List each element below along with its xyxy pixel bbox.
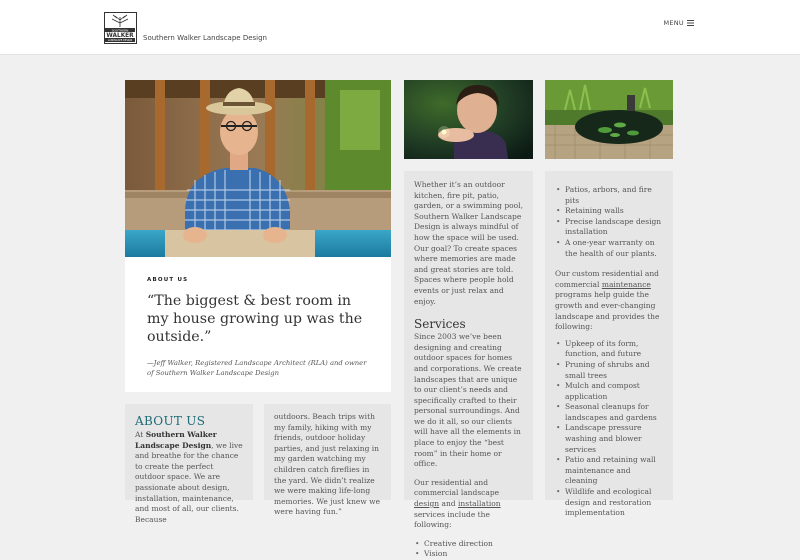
site-name[interactable]: Southern Walker Landscape Design xyxy=(143,34,267,42)
about-us-paragraph: At Southern Walker Landscape Design, we … xyxy=(135,430,243,525)
quote-attribution: —Jeff Walker, Registered Landscape Archi… xyxy=(147,359,367,377)
services-list: Creative direction Vision xyxy=(414,539,523,560)
hero-quote-card: ABOUT US “The biggest & best room in my … xyxy=(125,257,391,392)
story-card: outdoors. Beach trips with my family, hi… xyxy=(264,404,391,516)
logo-tree-icon: SOUTHERN WALKER LANDSCAPE DESIGN xyxy=(105,13,135,42)
services-intro-post: services include the following: xyxy=(414,509,490,530)
menu-button[interactable]: MENU xyxy=(663,19,694,27)
hamburger-icon xyxy=(687,20,694,26)
services-card: Whether it’s an outdoor kitchen, fire pi… xyxy=(404,171,533,560)
logo[interactable]: SOUTHERN WALKER LANDSCAPE DESIGN xyxy=(104,12,137,44)
about-post: , we live and breathe for the chance to … xyxy=(135,440,243,524)
list-item: A one-year warranty on the health of our… xyxy=(555,238,663,259)
maintenance-link[interactable]: maintenance xyxy=(602,280,651,289)
menu-label: MENU xyxy=(663,19,684,27)
hero-quote: “The biggest & best room in my house gro… xyxy=(147,293,363,345)
story-paragraph: outdoors. Beach trips with my family, hi… xyxy=(274,412,381,517)
svg-text:LANDSCAPE DESIGN: LANDSCAPE DESIGN xyxy=(108,39,133,42)
installation-features-list: Patios, arbors, and fire pits Retaining … xyxy=(555,185,663,259)
intro-paragraph: Whether it’s an outdoor kitchen, fire pi… xyxy=(414,180,523,306)
list-item: Seasonal cleanups for landscapes and gar… xyxy=(555,402,663,423)
about-pre: At xyxy=(135,430,146,439)
installation-link[interactable]: installation xyxy=(458,499,501,508)
about-us-card: ABOUT US At Southern Walker Landscape De… xyxy=(125,404,253,524)
list-item: Pruning of shrubs and small trees xyxy=(555,360,663,381)
child-fireflies-photo xyxy=(404,80,533,159)
hero-photo-jeff-walker xyxy=(125,80,391,257)
list-item: Upkeep of its form, function, and future xyxy=(555,339,663,360)
list-item: Mulch and compost application xyxy=(555,381,663,402)
list-item: Precise landscape design installation xyxy=(555,217,663,238)
company-name: Southern Walker Landscape Design xyxy=(135,430,217,450)
svg-text:SOUTHERN: SOUTHERN xyxy=(112,28,129,32)
services-heading: Services xyxy=(414,317,466,332)
design-link[interactable]: design xyxy=(414,499,439,508)
site-header: SOUTHERN WALKER LANDSCAPE DESIGN Souther… xyxy=(0,0,800,55)
about-us-heading: ABOUT US xyxy=(135,414,206,428)
list-item: Patios, arbors, and fire pits xyxy=(555,185,663,206)
garden-pond-photo xyxy=(545,80,673,159)
maintenance-list: Upkeep of its form, function, and future… xyxy=(555,339,663,519)
maintenance-intro-post: programs help guide the growth and ever-… xyxy=(555,290,660,332)
section-eyebrow: ABOUT US xyxy=(147,277,189,283)
list-item: Patio and retaining wall maintenance and… xyxy=(555,455,663,487)
services-intro: Our residential and commercial landscape… xyxy=(414,478,523,531)
services-paragraph: Since 2003 we’ve been designing and crea… xyxy=(414,332,522,469)
and-word: and xyxy=(439,499,456,509)
list-item: Wildlife and ecological design and resto… xyxy=(555,487,663,519)
list-item: Creative direction xyxy=(414,539,523,550)
list-item: Landscape pressure washing and blower se… xyxy=(555,423,663,455)
services-intro-pre: Our residential and commercial landscape xyxy=(414,477,500,498)
list-item: Retaining walls xyxy=(555,206,663,217)
maintenance-card: Patios, arbors, and fire pits Retaining … xyxy=(545,171,673,517)
list-item: Vision xyxy=(414,549,523,560)
maintenance-intro: Our custom residential and commercial ma… xyxy=(555,269,663,333)
